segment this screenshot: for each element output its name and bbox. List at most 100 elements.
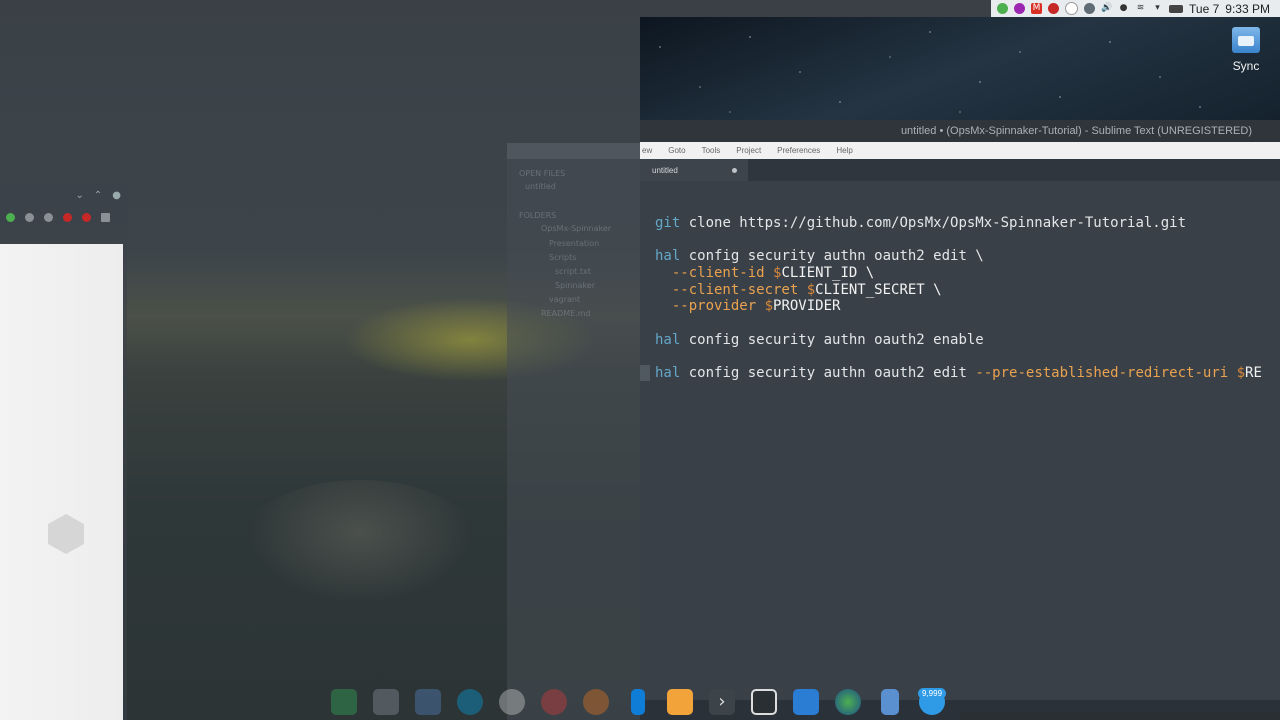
sidebar-file[interactable]: README.md (541, 309, 591, 318)
sidebar-file[interactable]: script.txt (555, 267, 591, 276)
code-dollar: $ (1228, 365, 1246, 381)
browser-window[interactable]: ⌄ ⌃ ● (0, 184, 127, 720)
terminal-icon[interactable]: › (704, 686, 740, 718)
code-line[interactable]: hal config security authn oauth2 edit --… (655, 365, 1262, 381)
skype-icon[interactable] (452, 686, 488, 718)
sidebar-folder[interactable]: vagrant (549, 295, 580, 304)
wifi-icon[interactable]: ≋ (1135, 3, 1146, 14)
code-dollar: $ (756, 298, 774, 314)
starfield-wallpaper (640, 17, 1280, 120)
sublime-title-bar: untitled • (OpsMx-Spinnaker-Tutorial) - … (640, 120, 1280, 142)
browser-page (0, 244, 123, 720)
vivaldi-icon[interactable] (536, 686, 572, 718)
code-variable: RE (1245, 365, 1262, 381)
code-line[interactable]: --provider $PROVIDER (655, 298, 841, 314)
word-icon[interactable] (788, 686, 824, 718)
code-variable: CLIENT_ID \ (781, 265, 875, 281)
desktop-icon-label: Sync (1232, 59, 1260, 73)
code-dollar: $ (798, 282, 816, 298)
code-line[interactable]: hal config security authn oauth2 edit \ (655, 248, 984, 264)
sidebar-icon[interactable] (746, 686, 782, 718)
maximize-icon[interactable]: ⌃ (94, 190, 102, 201)
sidebar-open-files: OPEN FILES (519, 169, 566, 178)
code-flag: --provider (655, 298, 757, 314)
notification-icon[interactable] (1065, 2, 1079, 15)
dock: › (320, 684, 966, 720)
browser-titlebar: ⌄ ⌃ ● (0, 184, 127, 206)
record-icon[interactable] (1048, 3, 1060, 14)
code-variable: PROVIDER (773, 298, 841, 314)
code-text: config security authn oauth2 enable (680, 332, 984, 348)
code-command: hal (655, 332, 681, 348)
extension-icon[interactable] (6, 212, 15, 222)
chrome-icon[interactable] (494, 686, 530, 718)
sublime-sidebar: OPEN FILES untitled FOLDERS OpsMx-Spinna… (507, 143, 640, 720)
line-highlight (640, 365, 650, 381)
messenger-icon[interactable] (1014, 3, 1026, 14)
code-text: config security authn oauth2 edit (680, 365, 976, 381)
code-command: git (655, 215, 681, 231)
tab-bar: untitled (640, 159, 1280, 181)
notification-badge: 9,999 (918, 688, 947, 699)
menu-view[interactable]: ew (640, 146, 654, 155)
volume-icon[interactable]: 🔊 (1101, 3, 1112, 14)
code-line[interactable]: hal config security authn oauth2 enable (655, 332, 984, 348)
menu-project[interactable]: Project (734, 146, 763, 155)
weather-icon[interactable] (1084, 3, 1096, 14)
desktop-icon-sync[interactable]: Sync (1222, 27, 1270, 73)
code-line[interactable]: --client-secret $CLIENT_SECRET \ (655, 282, 942, 298)
sync-folder-icon (1232, 27, 1260, 53)
files-icon[interactable] (368, 686, 404, 718)
menu-icon[interactable] (101, 212, 110, 222)
top-panel: M 🔊 ● ≋ ▾ Tue 7 9:33 PM (0, 0, 1280, 17)
extension-icon[interactable] (63, 212, 72, 222)
microphone-icon[interactable]: ● (1118, 3, 1129, 14)
unsaved-dot-icon[interactable] (732, 168, 737, 173)
code-variable: CLIENT_SECRET \ (815, 282, 942, 298)
code-dollar: $ (764, 265, 782, 281)
sidebar-folder[interactable]: Presentation (549, 239, 599, 248)
browser-toolbar (0, 206, 127, 228)
sidebar-folders: FOLDERS (519, 211, 557, 220)
minimize-icon[interactable]: ⌄ (75, 190, 83, 201)
battery-icon[interactable] (1169, 4, 1184, 13)
firefox-icon[interactable] (578, 686, 614, 718)
code-editor[interactable]: git clone https://github.com/OpsMx/OpsMx… (640, 181, 1280, 700)
system-tray: M 🔊 ● ≋ ▾ Tue 7 9:33 PM (991, 0, 1280, 17)
clock-day[interactable]: Tue 7 (1189, 2, 1219, 16)
code-text: clone https://github.com/OpsMx/OpsMx-Spi… (680, 215, 1187, 231)
gmail-icon[interactable]: M (1031, 3, 1043, 14)
code-flag: --client-id (655, 265, 765, 281)
code-command: hal (655, 365, 681, 381)
menu-help[interactable]: Help (834, 146, 854, 155)
code-line[interactable]: --client-id $CLIENT_ID \ (655, 265, 874, 281)
menu-preferences[interactable]: Preferences (775, 146, 822, 155)
code-line[interactable]: git clone https://github.com/OpsMx/OpsMx… (655, 215, 1186, 231)
sidebar-folder[interactable]: OpsMx-Spinnaker (541, 224, 611, 233)
close-icon[interactable]: ● (112, 190, 121, 201)
code-flag: --pre-established-redirect-uri (975, 365, 1229, 381)
transfer-icon[interactable] (872, 686, 908, 718)
vscode-icon[interactable] (620, 686, 656, 718)
tab-label: untitled (652, 165, 678, 175)
code-text: config security authn oauth2 edit \ (680, 248, 984, 264)
menu-goto[interactable]: Goto (666, 146, 687, 155)
extension-icon[interactable] (44, 212, 53, 222)
clock-time[interactable]: 9:33 PM (1225, 2, 1270, 16)
dropdown-icon[interactable]: ▾ (1152, 3, 1163, 14)
sidebar-file[interactable]: untitled (525, 182, 556, 191)
manjaro-icon[interactable] (326, 686, 362, 718)
menu-tools[interactable]: Tools (700, 146, 723, 155)
code-command: hal (655, 248, 681, 264)
tab-untitled[interactable]: untitled (640, 159, 748, 181)
sublime-icon[interactable] (662, 686, 698, 718)
extension-icon[interactable] (25, 212, 34, 222)
sidebar-folder[interactable]: Spinnaker (555, 281, 595, 290)
globe-icon[interactable] (830, 686, 866, 718)
extension-icon[interactable] (82, 212, 91, 222)
sidebar-folder[interactable]: Scripts (549, 253, 576, 262)
folder-icon[interactable] (410, 686, 446, 718)
code-flag: --client-secret (655, 282, 799, 298)
network-tool-icon[interactable] (997, 3, 1009, 14)
window-title: untitled • (OpsMx-Spinnaker-Tutorial) - … (900, 125, 1252, 137)
